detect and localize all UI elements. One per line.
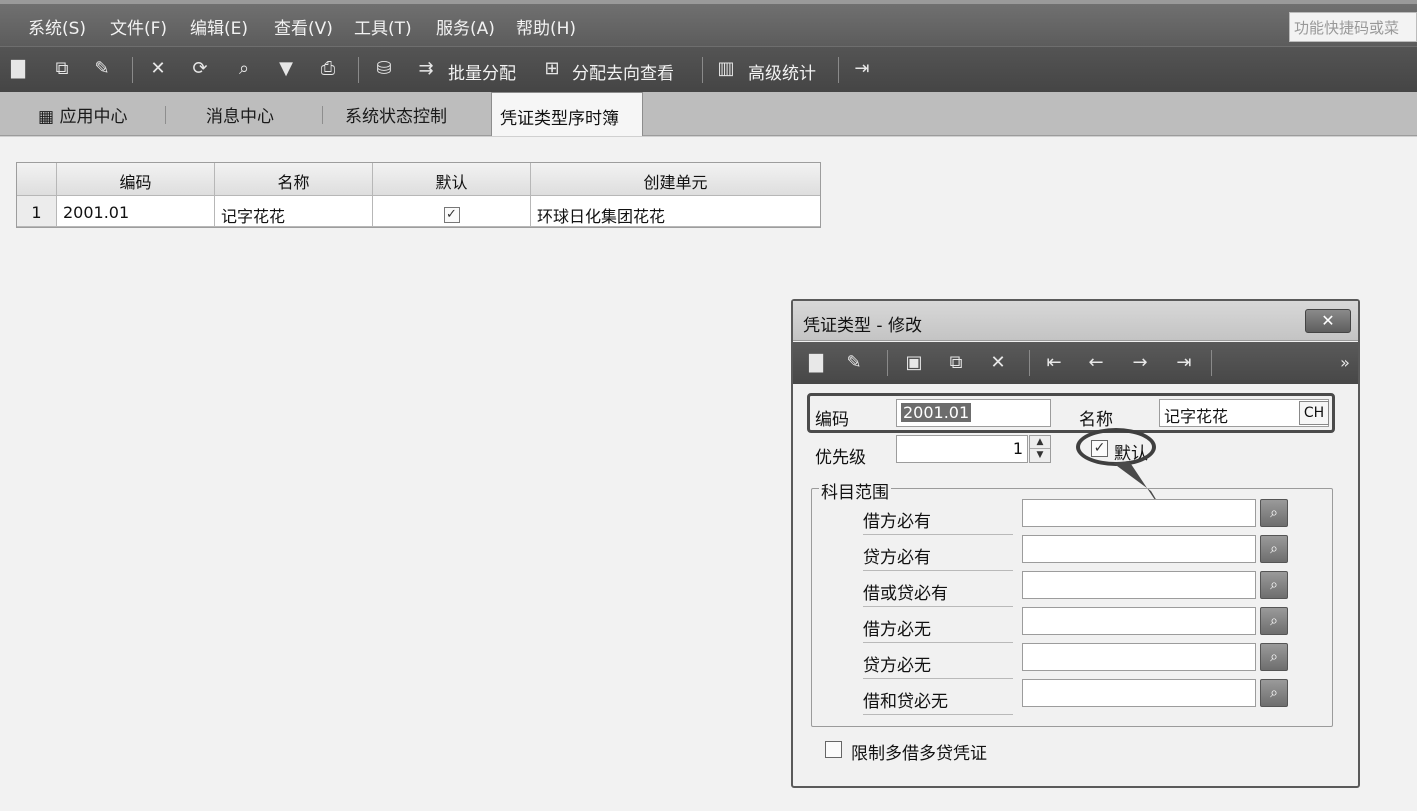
debit-and-credit-forbidden-input[interactable] [1022,679,1256,707]
column-header-code[interactable]: 编码 [57,163,215,196]
close-icon: ✕ [1321,311,1335,330]
lookup-icon[interactable]: ⌕ [1260,499,1288,527]
binoculars-icon[interactable]: ⧉ [52,59,72,79]
limit-multi-entry-label: 限制多借多贷凭证 [851,744,987,764]
batch-assign-icon[interactable]: ⇉ [416,59,436,79]
debit-required-label: 借方必有 [863,507,1013,535]
table-cell-code[interactable]: 2001.01 [57,196,215,227]
delete-icon[interactable]: ✕ [148,59,168,79]
close-button[interactable]: ✕ [1305,309,1351,333]
main-toolbar: ▇ ⧉ ✎ ✕ ⟳ ⌕ ▼ ⎙ ⛁ ⇉ 批量分配 ⊞ 分配去向查看 ▥ 高级统计… [0,46,1417,92]
toolbar-separator [838,57,839,83]
toolbar-separator [1211,350,1212,376]
print-icon[interactable]: ⎙ [318,59,338,79]
stats-icon[interactable]: ▥ [716,59,736,79]
subject-range-title: 科目范围 [819,478,891,503]
ch-button[interactable]: CH [1299,401,1329,425]
code-field[interactable]: 2001.01 [896,399,1051,427]
exit-icon[interactable]: ⇥ [852,59,872,79]
default-checkbox[interactable]: ✓ [443,207,460,223]
tab-system-status[interactable]: 系统状态控制 [345,102,447,127]
debit-or-credit-required-label: 借或贷必有 [863,579,1013,607]
menu-file[interactable]: 文件(F) [110,14,167,39]
priority-stepper[interactable]: ▲ ▼ [1029,435,1051,463]
new-icon[interactable]: ▇ [805,352,827,374]
tab-separator [322,106,323,124]
debit-or-credit-required-input[interactable] [1022,571,1256,599]
voucher-type-edit-dialog: 凭证类型 - 修改 ✕ ▇ ✎ ▣ ⧉ ✕ ⇤ ← → ⇥ » 编码 2001.… [791,299,1360,788]
column-header-name[interactable]: 名称 [215,163,373,196]
menu-system[interactable]: 系统(S) [28,14,86,39]
spin-down-icon[interactable]: ▼ [1030,449,1050,462]
column-header-default[interactable]: 默认 [373,163,531,196]
edit-icon[interactable]: ✎ [843,352,865,374]
next-record-icon[interactable]: → [1129,352,1151,374]
dialog-title: 凭证类型 - 修改 [803,316,922,336]
toolbar-separator [1029,350,1030,376]
row-number: 1 [17,196,57,227]
refresh-icon[interactable]: ⟳ [190,59,210,79]
lookup-icon[interactable]: ⌕ [1260,535,1288,563]
debit-required-input[interactable] [1022,499,1256,527]
priority-field[interactable]: 1 [896,435,1028,463]
advanced-stats-button[interactable]: 高级统计 [748,59,816,84]
credit-forbidden-label: 贷方必无 [863,651,1013,679]
limit-multi-entry-checkbox[interactable] [825,741,842,758]
table-cell-default[interactable]: ✓ [373,196,531,227]
more-icon[interactable]: » [1334,352,1356,374]
row-number-header [17,163,57,196]
tab-separator [165,106,166,124]
delete-icon[interactable]: ✕ [987,352,1009,374]
lookup-icon[interactable]: ⌕ [1260,571,1288,599]
toolbar-separator [887,350,888,376]
debit-and-credit-forbidden-label: 借和贷必无 [863,687,1013,715]
edit-icon[interactable]: ✎ [92,59,112,79]
tab-voucher-type-journal[interactable]: 凭证类型序时簿 [491,92,643,137]
toolbar-separator [132,57,133,83]
lookup-icon[interactable]: ⌕ [1260,643,1288,671]
credit-required-label: 贷方必有 [863,543,1013,571]
menu-bar: 系统(S) 文件(F) 编辑(E) 查看(V) 工具(T) 服务(A) 帮助(H… [0,0,1417,46]
copy-icon[interactable]: ⧉ [945,352,967,374]
save-icon[interactable]: ▣ [903,352,925,374]
menu-service[interactable]: 服务(A) [436,14,495,39]
toolbar-separator [358,57,359,83]
assign-view-icon[interactable]: ⊞ [542,59,562,79]
new-icon[interactable]: ▇ [8,59,28,79]
debit-forbidden-input[interactable] [1022,607,1256,635]
table-cell-name[interactable]: 记字花花 [215,196,373,227]
first-record-icon[interactable]: ⇤ [1043,352,1065,374]
filter-icon[interactable]: ▼ [276,59,296,79]
name-label: 名称 [1079,410,1113,430]
quick-code-input[interactable]: 功能快捷码或菜 [1289,12,1417,42]
previous-record-icon[interactable]: ← [1085,352,1107,374]
assign-view-button[interactable]: 分配去向查看 [572,59,674,84]
lookup-icon[interactable]: ⌕ [1260,679,1288,707]
batch-assign-button[interactable]: 批量分配 [448,59,516,84]
dialog-title-bar[interactable]: 凭证类型 - 修改 ✕ [793,301,1358,341]
menu-tools[interactable]: 工具(T) [354,14,412,39]
credit-required-input[interactable] [1022,535,1256,563]
column-header-unit[interactable]: 创建单元 [531,163,820,196]
credit-forbidden-input[interactable] [1022,643,1256,671]
spin-up-icon[interactable]: ▲ [1030,436,1050,449]
menu-help[interactable]: 帮助(H) [516,14,576,39]
tab-app-center[interactable]: ▦ 应用中心 [38,102,127,127]
code-label: 编码 [815,410,849,430]
debit-forbidden-label: 借方必无 [863,615,1013,643]
menu-edit[interactable]: 编辑(E) [190,14,248,39]
last-record-icon[interactable]: ⇥ [1173,352,1195,374]
lookup-icon[interactable]: ⌕ [1260,607,1288,635]
priority-label: 优先级 [815,448,866,468]
menu-view[interactable]: 查看(V) [274,14,333,39]
locate-icon[interactable]: ⌕ [234,59,254,79]
dialog-toolbar: ▇ ✎ ▣ ⧉ ✕ ⇤ ← → ⇥ » [793,342,1358,384]
toolbar-separator [702,57,703,83]
voucher-type-grid: 编码 名称 默认 创建单元 1 2001.01 记字花花 ✓ 环球日化集团花花 [16,162,821,228]
tab-message-center[interactable]: 消息中心 [206,102,274,127]
table-cell-unit[interactable]: 环球日化集团花花 [531,196,820,227]
app-center-icon: ▦ [38,107,60,127]
tab-bar: ▦ 应用中心 消息中心 系统状态控制 [0,92,1417,136]
assign-icon[interactable]: ⛁ [374,59,394,79]
